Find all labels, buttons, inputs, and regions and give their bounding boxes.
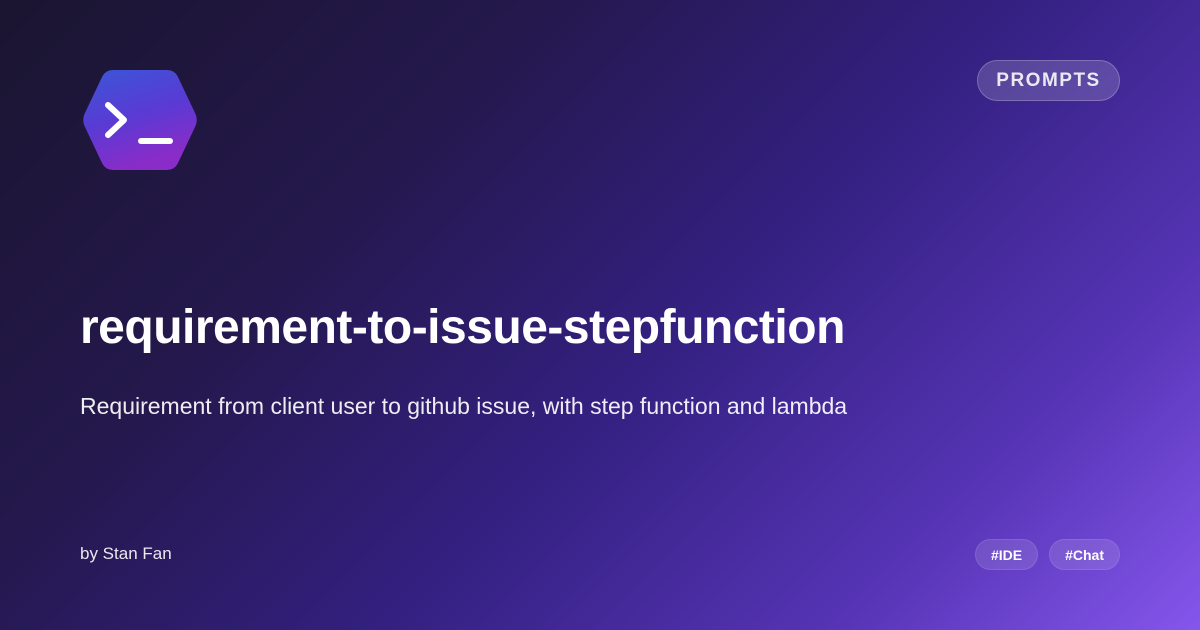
hexagon-terminal-icon (83, 70, 197, 170)
tag-list: #IDE #Chat (974, 539, 1120, 570)
tag-chat: #Chat (1049, 539, 1120, 570)
author-label: by Stan Fan (80, 544, 172, 563)
tag-ide: #IDE (974, 539, 1039, 570)
category-badge: PROMPTS (977, 60, 1120, 101)
prompt-title: requirement-to-issue-stepfunction (80, 301, 845, 354)
prompt-description: Requirement from client user to github i… (80, 393, 848, 419)
terminal-logo-icon (80, 66, 200, 174)
prompt-card: PROMPTS requirement-to-issue-stepfunctio… (0, 0, 1200, 630)
